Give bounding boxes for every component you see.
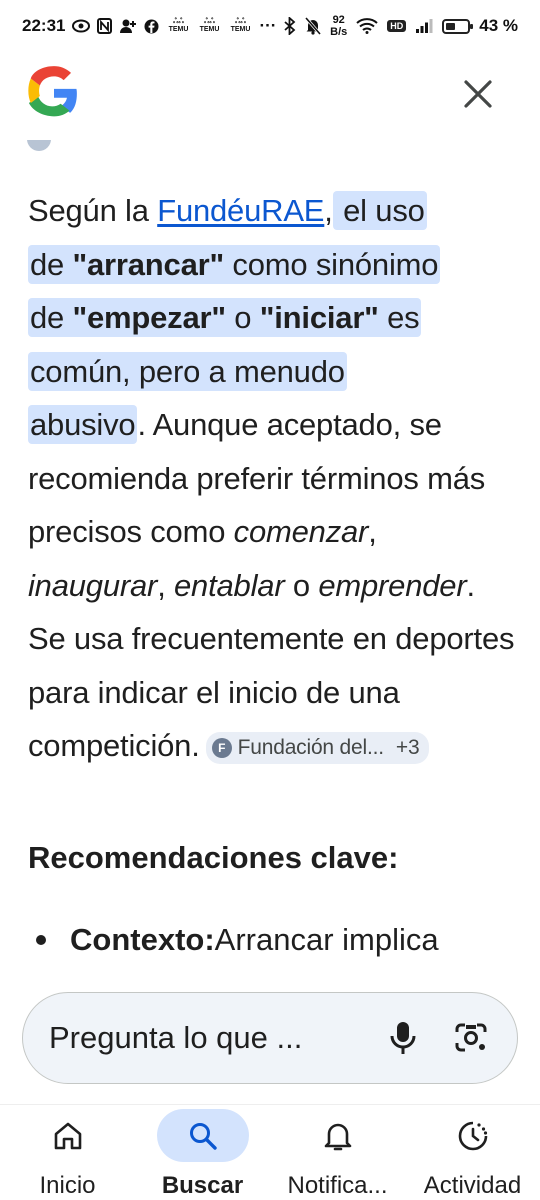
hd-badge: HD <box>387 20 407 32</box>
nfc-icon <box>97 18 113 34</box>
term-entablar: entablar <box>174 567 285 603</box>
nav-notificaciones[interactable]: Notifica... <box>270 1105 405 1200</box>
lens-icon <box>455 1023 487 1052</box>
highlighted-answer: el uso <box>332 191 427 230</box>
term-inaugurar: inaugurar <box>28 567 158 603</box>
mic-icon <box>390 1022 416 1054</box>
search-input[interactable]: Pregunta lo que ... <box>49 1020 381 1056</box>
ai-answer-text: Según la FundéuRAE, el uso de "arrancar" … <box>28 191 515 764</box>
search-icon <box>189 1122 217 1150</box>
temu-icon: ஃஃ TEMU <box>199 18 220 33</box>
bell-icon <box>324 1123 351 1150</box>
close-button[interactable] <box>456 72 500 116</box>
search-bar[interactable]: Pregunta lo que ... <box>22 992 518 1084</box>
signal-icon <box>415 18 433 34</box>
status-time: 22:31 <box>22 16 66 35</box>
eye-icon <box>72 19 91 33</box>
status-bar: 22:31 ஃஃ TEMU ஃஃ TEMU ஃஃ TEMU ··· 92 B/s HD <box>0 0 540 52</box>
google-g-logo <box>28 66 77 117</box>
close-icon <box>464 80 492 108</box>
section-title: Recomendaciones clave: <box>28 840 399 875</box>
term-comenzar: comenzar <box>233 514 369 549</box>
nav-inicio[interactable]: Inicio <box>0 1105 135 1200</box>
source-favicon-icon: F <box>211 738 232 758</box>
highlighted-answer: abusivo <box>28 405 138 444</box>
person-add-icon <box>119 18 137 34</box>
temu-icon: ஃஃ TEMU <box>230 18 251 33</box>
nav-label: Buscar <box>161 1172 244 1199</box>
bullet-label: Contexto: <box>70 922 215 957</box>
source-chip-label: Fundación del... <box>237 736 384 759</box>
battery-percent: 43 % <box>479 16 518 35</box>
home-icon <box>54 1122 81 1149</box>
nav-label: Inicio <box>39 1172 96 1199</box>
nav-label: Actividad <box>423 1172 522 1199</box>
header <box>0 60 540 130</box>
bluetooth-icon <box>284 17 296 35</box>
facebook-icon <box>144 19 159 34</box>
nav-actividad[interactable]: Actividad <box>405 1105 540 1200</box>
temu-icon: ஃஃ TEMU <box>168 18 189 33</box>
nav-pill <box>427 1109 519 1162</box>
bullet-text: Arrancar implica <box>214 922 439 957</box>
more-notifications: ··· <box>259 16 277 35</box>
battery-icon <box>442 18 474 34</box>
activity-icon <box>458 1121 487 1150</box>
nav-label: Notifica... <box>287 1172 388 1199</box>
term-emprender: emprender <box>318 567 467 603</box>
answer-text: , <box>324 193 333 228</box>
mute-bell-icon <box>305 17 322 35</box>
answer-text: Según la <box>28 193 158 228</box>
highlighted-answer: común, pero a menudo <box>28 351 347 391</box>
highlighted-answer: de "empezar" o "iniciar" es <box>28 298 422 337</box>
nav-pill <box>156 1109 249 1162</box>
source-link-fundeurae[interactable]: FundéuRAE <box>157 193 324 228</box>
lens-button[interactable] <box>449 1016 493 1060</box>
status-left: 22:31 ஃஃ TEMU ஃஃ TEMU ஃஃ TEMU ··· <box>22 16 276 36</box>
bullet-icon <box>36 935 46 945</box>
net-speed: 92 B/s <box>330 14 348 38</box>
nav-pill <box>292 1109 384 1162</box>
status-right: 92 B/s HD 43 % <box>284 14 518 38</box>
highlighted-answer: de "arrancar" como sinónimo <box>28 244 441 284</box>
scrolled-icon-edge <box>26 140 52 154</box>
bottom-nav: Inicio Buscar Notifica... Actividad <box>0 1104 540 1200</box>
nav-buscar[interactable]: Buscar <box>135 1105 270 1200</box>
list-item: Contexto: Arrancar implica <box>28 922 528 958</box>
voice-search-button[interactable] <box>381 1016 425 1060</box>
source-chip[interactable]: F Fundación del... +3 <box>205 732 430 764</box>
wifi-icon <box>356 18 378 34</box>
nav-pill <box>22 1109 114 1162</box>
battery-fill <box>446 22 455 30</box>
source-chip-count: +3 <box>395 736 420 759</box>
